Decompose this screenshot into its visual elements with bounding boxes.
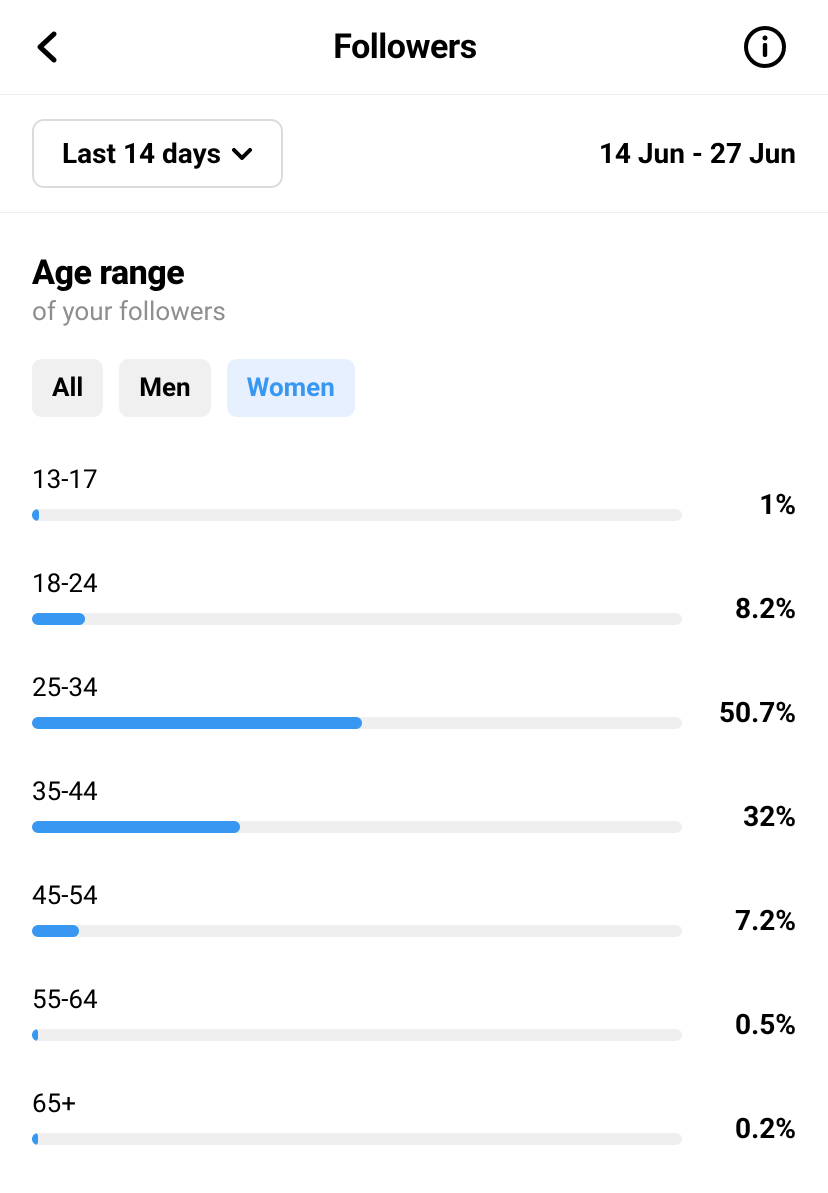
bar-label: 18-24 (32, 569, 682, 599)
bar-fill (32, 821, 240, 833)
bar-row: 18-24 8.2% (32, 569, 796, 625)
age-range-chart: 13-17 1% 18-24 8.2% 25-34 50.7% 35-44 32% 45-54 7… (32, 465, 796, 1145)
bar-fill (32, 1029, 38, 1041)
dropdown-label: Last 14 days (62, 137, 221, 170)
bar-fill (32, 717, 362, 729)
bar-value: 1% (706, 488, 796, 521)
bar-fill (32, 1133, 38, 1145)
bar-label: 35-44 (32, 777, 682, 807)
bar-left: 45-54 (32, 881, 682, 937)
bar-row: 45-54 7.2% (32, 881, 796, 937)
bar-fill (32, 925, 79, 937)
bar-row: 35-44 32% (32, 777, 796, 833)
info-button[interactable] (742, 24, 788, 70)
bar-track (32, 1133, 682, 1145)
bar-track (32, 1029, 682, 1041)
bar-track (32, 613, 682, 625)
bar-fill (32, 509, 39, 521)
chevron-left-icon (34, 30, 62, 64)
bar-label: 13-17 (32, 465, 682, 495)
back-button[interactable] (28, 27, 68, 67)
content: Age range of your followers AllMenWomen … (0, 213, 828, 1145)
bar-label: 25-34 (32, 673, 682, 703)
bar-left: 25-34 (32, 673, 682, 729)
date-range-dropdown[interactable]: Last 14 days (32, 119, 283, 188)
bar-left: 55-64 (32, 985, 682, 1041)
bar-value: 50.7% (706, 696, 796, 729)
bar-track (32, 925, 682, 937)
chevron-down-icon (231, 147, 253, 161)
info-icon (743, 25, 787, 69)
page-title: Followers (333, 27, 476, 67)
header: Followers (0, 0, 828, 95)
bar-row: 13-17 1% (32, 465, 796, 521)
tab-men[interactable]: Men (119, 359, 210, 417)
bar-label: 55-64 (32, 985, 682, 1015)
bar-fill (32, 613, 85, 625)
bar-row: 65+ 0.2% (32, 1089, 796, 1145)
bar-left: 35-44 (32, 777, 682, 833)
bar-row: 55-64 0.5% (32, 985, 796, 1041)
bar-value: 0.2% (706, 1112, 796, 1145)
date-range-text: 14 Jun - 27 Jun (599, 137, 796, 170)
tab-all[interactable]: All (32, 359, 103, 417)
bar-value: 7.2% (706, 904, 796, 937)
bar-left: 13-17 (32, 465, 682, 521)
bar-value: 0.5% (706, 1008, 796, 1041)
section-title: Age range (32, 253, 796, 293)
bar-label: 65+ (32, 1089, 682, 1119)
bar-value: 8.2% (706, 592, 796, 625)
bar-label: 45-54 (32, 881, 682, 911)
bar-value: 32% (706, 800, 796, 833)
section-subtitle: of your followers (32, 297, 796, 327)
bar-left: 18-24 (32, 569, 682, 625)
bar-left: 65+ (32, 1089, 682, 1145)
filter-row: Last 14 days 14 Jun - 27 Jun (0, 95, 828, 213)
gender-tabs: All Men Women (32, 359, 796, 417)
tab-women[interactable]: Women (227, 359, 355, 417)
bar-track (32, 509, 682, 521)
bar-row: 25-34 50.7% (32, 673, 796, 729)
bar-track (32, 821, 682, 833)
bar-track (32, 717, 682, 729)
